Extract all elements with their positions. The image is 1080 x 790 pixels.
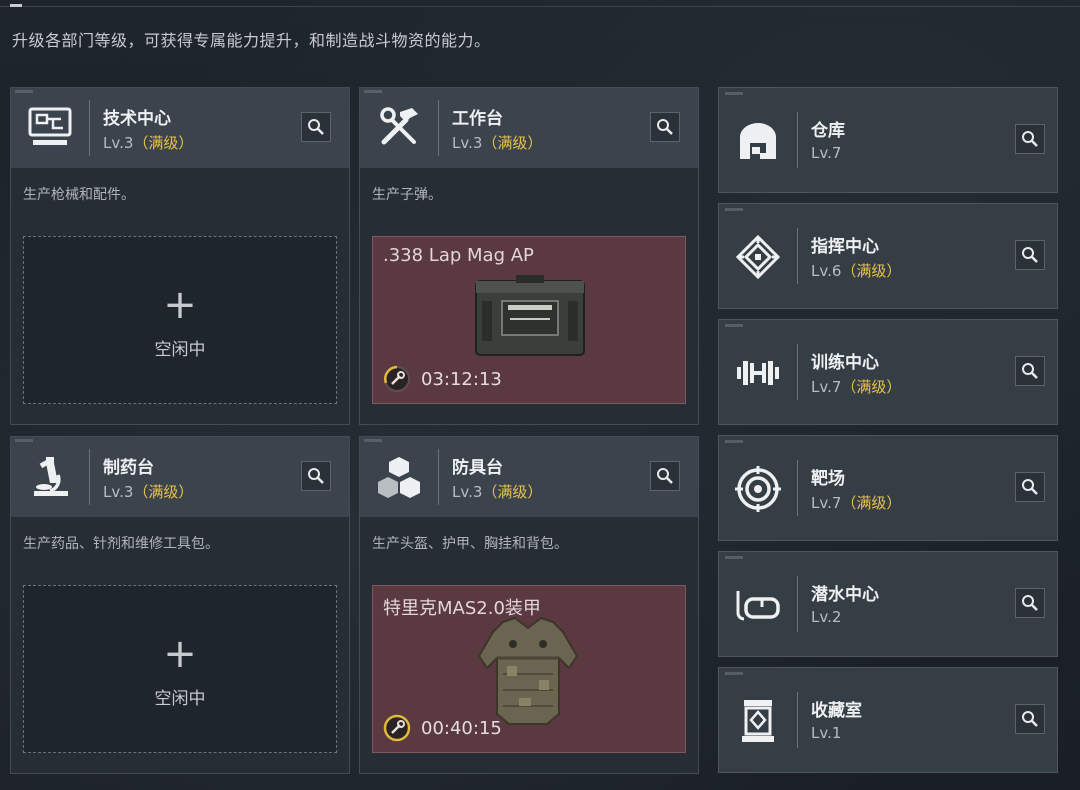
workshop-card-pharmacy[interactable]: 制药台 Lv.3（满级） 生产药品、针剂和维修工具包。 + 空闲中 bbox=[10, 436, 350, 774]
target-icon bbox=[733, 464, 783, 514]
workshop-card-workbench[interactable]: 工作台 Lv.3（满级） 生产子弹。 .338 Lap Mag AP 03:12… bbox=[359, 87, 699, 425]
card-level: Lv.3（满级） bbox=[452, 483, 543, 501]
search-icon bbox=[1022, 247, 1038, 263]
facility-title: 收藏室 bbox=[811, 701, 862, 721]
search-button[interactable] bbox=[1015, 472, 1045, 502]
timer: 00:40:15 bbox=[383, 714, 502, 742]
display-case-icon bbox=[733, 696, 783, 746]
timer-text: 00:40:15 bbox=[421, 717, 502, 739]
wrench-timer-icon bbox=[383, 714, 411, 742]
microscope-icon bbox=[25, 451, 75, 501]
command-emblem-icon bbox=[733, 232, 783, 282]
facility-title: 潜水中心 bbox=[811, 585, 879, 605]
diving-mask-icon bbox=[733, 580, 783, 630]
facility-level: Lv.2 bbox=[811, 608, 842, 626]
workshop-card-tech-center[interactable]: 技术中心 Lv.3（满级） 生产枪械和配件。 + 空闲中 bbox=[10, 87, 350, 425]
card-description: 生产药品、针剂和维修工具包。 bbox=[23, 536, 219, 552]
search-button[interactable] bbox=[1015, 124, 1045, 154]
idle-label: 空闲中 bbox=[154, 689, 206, 709]
production-slot-active[interactable]: .338 Lap Mag AP 03:12:13 bbox=[372, 236, 686, 404]
timer: 03:12:13 bbox=[383, 365, 502, 393]
card-description: 生产枪械和配件。 bbox=[23, 187, 135, 203]
hammer-wrench-icon bbox=[374, 102, 424, 152]
facility-title: 靶场 bbox=[811, 469, 845, 489]
search-icon bbox=[657, 468, 673, 484]
facility-card-warehouse[interactable]: 仓库 Lv.7 bbox=[718, 87, 1058, 193]
plus-icon: + bbox=[163, 631, 197, 677]
facility-card-diving-center[interactable]: 潜水中心 Lv.2 bbox=[718, 551, 1058, 657]
facility-card-shooting-range[interactable]: 靶场 Lv.7（满级） bbox=[718, 435, 1058, 541]
search-button[interactable] bbox=[650, 461, 680, 491]
workshop-card-armor[interactable]: 防具台 Lv.3（满级） 生产头盔、护甲、胸挂和背包。 特里克MAS2.0装甲 bbox=[359, 436, 699, 774]
search-icon bbox=[308, 119, 324, 135]
facility-level: Lv.7（满级） bbox=[811, 378, 902, 396]
intro-text: 升级各部门等级，可获得专属能力提升，和制造战斗物资的能力。 bbox=[12, 31, 491, 50]
facility-level: Lv.7（满级） bbox=[811, 494, 902, 512]
search-icon bbox=[1022, 711, 1038, 727]
facility-level: Lv.6（满级） bbox=[811, 262, 902, 280]
card-header: 工作台 Lv.3（满级） bbox=[360, 88, 698, 168]
plus-icon: + bbox=[163, 282, 197, 328]
card-header: 防具台 Lv.3（满级） bbox=[360, 437, 698, 517]
facility-card-collection-room[interactable]: 收藏室 Lv.1 bbox=[718, 667, 1058, 773]
facility-card-training-center[interactable]: 训练中心 Lv.7（满级） bbox=[718, 319, 1058, 425]
top-divider bbox=[0, 6, 1080, 7]
card-title: 技术中心 bbox=[103, 109, 171, 129]
search-icon bbox=[308, 468, 324, 484]
facility-title: 仓库 bbox=[811, 121, 845, 141]
search-button[interactable] bbox=[301, 112, 331, 142]
card-description: 生产头盔、护甲、胸挂和背包。 bbox=[372, 536, 568, 552]
search-button[interactable] bbox=[301, 461, 331, 491]
card-header: 制药台 Lv.3（满级） bbox=[11, 437, 349, 517]
facility-level: Lv.1 bbox=[811, 724, 842, 742]
search-button[interactable] bbox=[1015, 240, 1045, 270]
item-name: .338 Lap Mag AP bbox=[383, 245, 534, 266]
wrench-timer-icon bbox=[384, 365, 410, 392]
search-button[interactable] bbox=[1015, 356, 1045, 386]
card-level: Lv.3（满级） bbox=[103, 134, 194, 152]
card-header: 技术中心 Lv.3（满级） bbox=[11, 88, 349, 168]
timer-text: 03:12:13 bbox=[421, 368, 502, 390]
facility-title: 训练中心 bbox=[811, 353, 879, 373]
facility-card-command-center[interactable]: 指挥中心 Lv.6（满级） bbox=[718, 203, 1058, 309]
computer-icon bbox=[25, 102, 75, 152]
warehouse-icon bbox=[733, 116, 783, 166]
card-title: 制药台 bbox=[103, 458, 154, 478]
cubes-icon bbox=[374, 451, 424, 501]
top-tick bbox=[10, 4, 22, 7]
search-button[interactable] bbox=[1015, 704, 1045, 734]
ammo-box-image bbox=[468, 273, 592, 365]
card-level: Lv.3（满级） bbox=[103, 483, 194, 501]
search-icon bbox=[657, 119, 673, 135]
production-slot-active[interactable]: 特里克MAS2.0装甲 00:40:15 bbox=[372, 585, 686, 753]
production-slot-idle[interactable]: + 空闲中 bbox=[23, 236, 337, 404]
search-button[interactable] bbox=[650, 112, 680, 142]
production-slot-idle[interactable]: + 空闲中 bbox=[23, 585, 337, 753]
dumbbell-icon bbox=[733, 348, 783, 398]
card-level: Lv.3（满级） bbox=[452, 134, 543, 152]
card-title: 防具台 bbox=[452, 458, 503, 478]
idle-label: 空闲中 bbox=[154, 340, 206, 360]
card-title: 工作台 bbox=[452, 109, 503, 129]
facility-title: 指挥中心 bbox=[811, 237, 879, 257]
search-icon bbox=[1022, 595, 1038, 611]
search-icon bbox=[1022, 363, 1038, 379]
search-icon bbox=[1022, 479, 1038, 495]
facility-level: Lv.7 bbox=[811, 144, 842, 162]
search-button[interactable] bbox=[1015, 588, 1045, 618]
search-icon bbox=[1022, 131, 1038, 147]
card-description: 生产子弹。 bbox=[372, 187, 442, 203]
